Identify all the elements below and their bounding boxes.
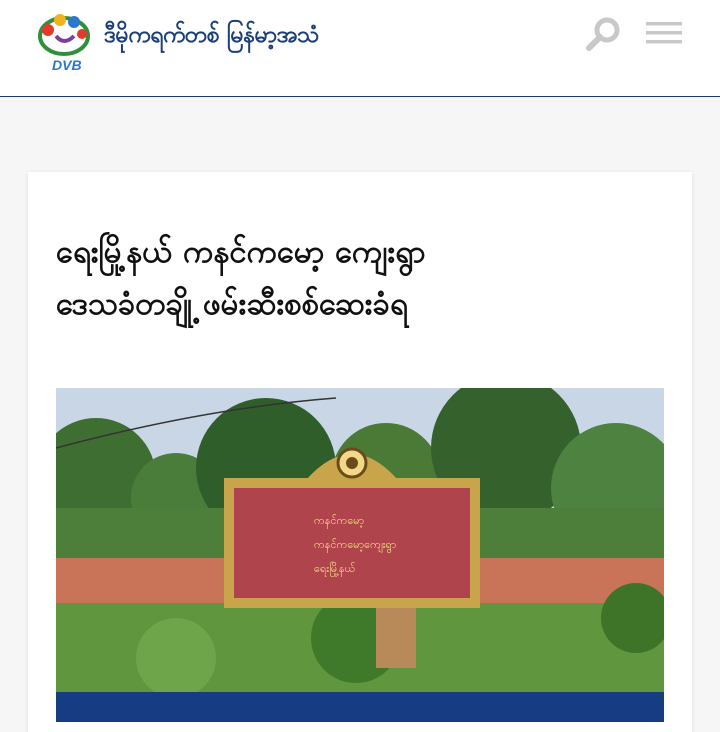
sign-line-2: ကနင်ကမော့ကျေးရွာ <box>314 538 396 553</box>
headline-line-2[interactable]: ဒေသခံတချို့ ဖမ်းဆီးစစ်ဆေးခံရ <box>56 286 408 322</box>
article-headline[interactable]: ရေးမြို့နယ် ကနင်ကမော့ ကျေးရွာ ဒေသခံတချို… <box>56 226 656 330</box>
logo-text: DVB <box>52 57 82 73</box>
image-caption-bar <box>56 692 664 722</box>
article-card: ရေးမြို့နယ် ကနင်ကမော့ ကျေးရွာ ဒေသခံတချို… <box>28 172 692 732</box>
search-icon[interactable] <box>584 14 624 54</box>
brand-name[interactable]: ဒီမိုကရက်တစ် မြန်မာ့အသံ <box>104 20 320 54</box>
sign-line-3: ရေးမြို့နယ် <box>314 561 356 577</box>
hamburger-menu-icon[interactable] <box>646 20 682 46</box>
site-header: DVB ဒီမိုကရက်တစ် မြန်မာ့အသံ <box>0 0 720 97</box>
sign-line-1: ကနင်ကမော့ <box>314 514 364 529</box>
dvb-logo[interactable]: DVB <box>34 8 96 74</box>
article-hero-image[interactable]: ကနင်ကမော့ ကနင်ကမော့ကျေးရွာ ရေးမြို့နယ် <box>56 388 664 693</box>
headline-line-1[interactable]: ရေးမြို့နယ် ကနင်ကမော့ ကျေးရွာ <box>56 234 426 270</box>
